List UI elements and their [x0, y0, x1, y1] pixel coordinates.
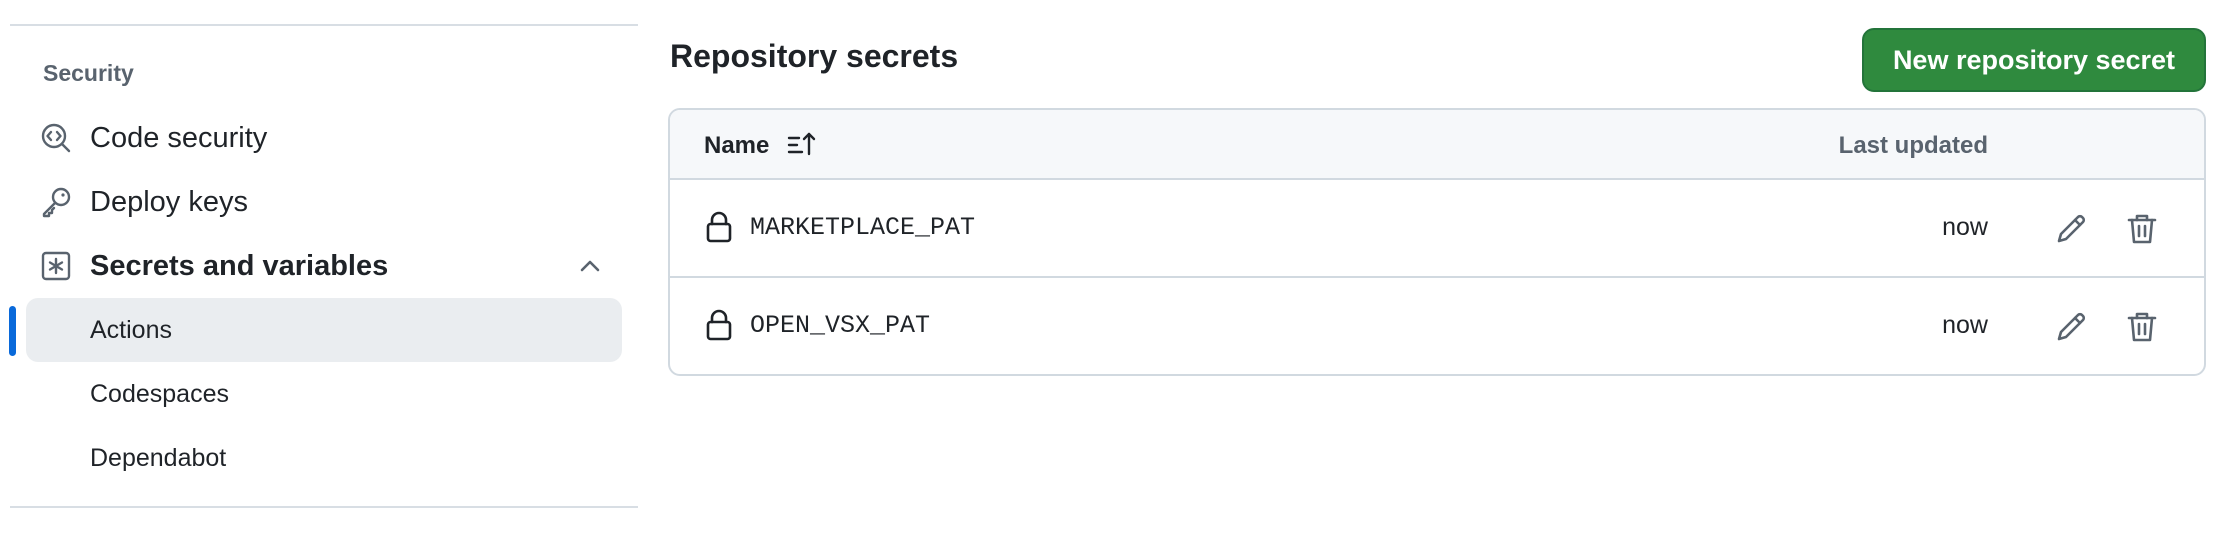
active-indicator	[9, 306, 16, 356]
settings-sidebar: Security Code security Deploy keys Secre…	[0, 0, 640, 534]
table-row: MARKETPLACE_PAT now	[670, 180, 2204, 278]
secrets-table: Name Last updated MARKETPLACE_PAT now OP…	[668, 108, 2206, 376]
column-header-last-updated: Last updated	[1838, 132, 1988, 159]
new-repository-secret-button[interactable]: New repository secret	[1862, 28, 2206, 92]
secret-name: MARKETPLACE_PAT	[750, 213, 976, 242]
secret-name: OPEN_VSX_PAT	[750, 311, 931, 340]
sort-ascending-icon[interactable]	[786, 130, 818, 160]
trash-icon[interactable]	[2126, 310, 2158, 344]
sidebar-subitem-label: Dependabot	[90, 443, 227, 472]
sidebar-item-code-security[interactable]: Code security	[26, 106, 622, 170]
table-row: OPEN_VSX_PAT now	[670, 278, 2204, 374]
sidebar-subitem-codespaces[interactable]: Codespaces	[26, 362, 622, 426]
lock-icon	[704, 210, 734, 244]
column-header-name: Name	[704, 132, 770, 159]
sidebar-item-label: Deploy keys	[90, 185, 248, 218]
pencil-icon[interactable]	[2054, 310, 2088, 344]
sidebar-subitem-label: Actions	[90, 315, 172, 344]
sidebar-item-label: Code security	[90, 121, 268, 154]
sidebar-item-secrets-and-variables[interactable]: Secrets and variables	[26, 234, 622, 298]
page-title: Repository secrets	[670, 38, 959, 74]
lock-icon	[704, 308, 734, 342]
pencil-icon[interactable]	[2054, 212, 2088, 246]
sidebar-subitem-actions[interactable]: Actions	[26, 298, 622, 362]
trash-icon[interactable]	[2126, 212, 2158, 246]
asterisk-box-icon	[40, 250, 72, 282]
sidebar-subitem-label: Codespaces	[90, 379, 229, 408]
table-header: Name Last updated	[670, 110, 2204, 180]
sidebar-item-label: Secrets and variables	[90, 249, 389, 282]
sidebar-section-heading: Security	[43, 60, 134, 86]
secret-last-updated: now	[1942, 213, 1988, 241]
code-security-icon	[40, 122, 72, 154]
sidebar-divider-top	[10, 24, 638, 26]
sidebar-item-deploy-keys[interactable]: Deploy keys	[26, 170, 622, 234]
sidebar-divider-bottom	[10, 506, 638, 508]
sidebar-subitem-dependabot[interactable]: Dependabot	[26, 426, 622, 490]
key-icon	[40, 186, 72, 218]
chevron-up-icon[interactable]	[576, 252, 604, 280]
secret-last-updated: now	[1942, 311, 1988, 339]
